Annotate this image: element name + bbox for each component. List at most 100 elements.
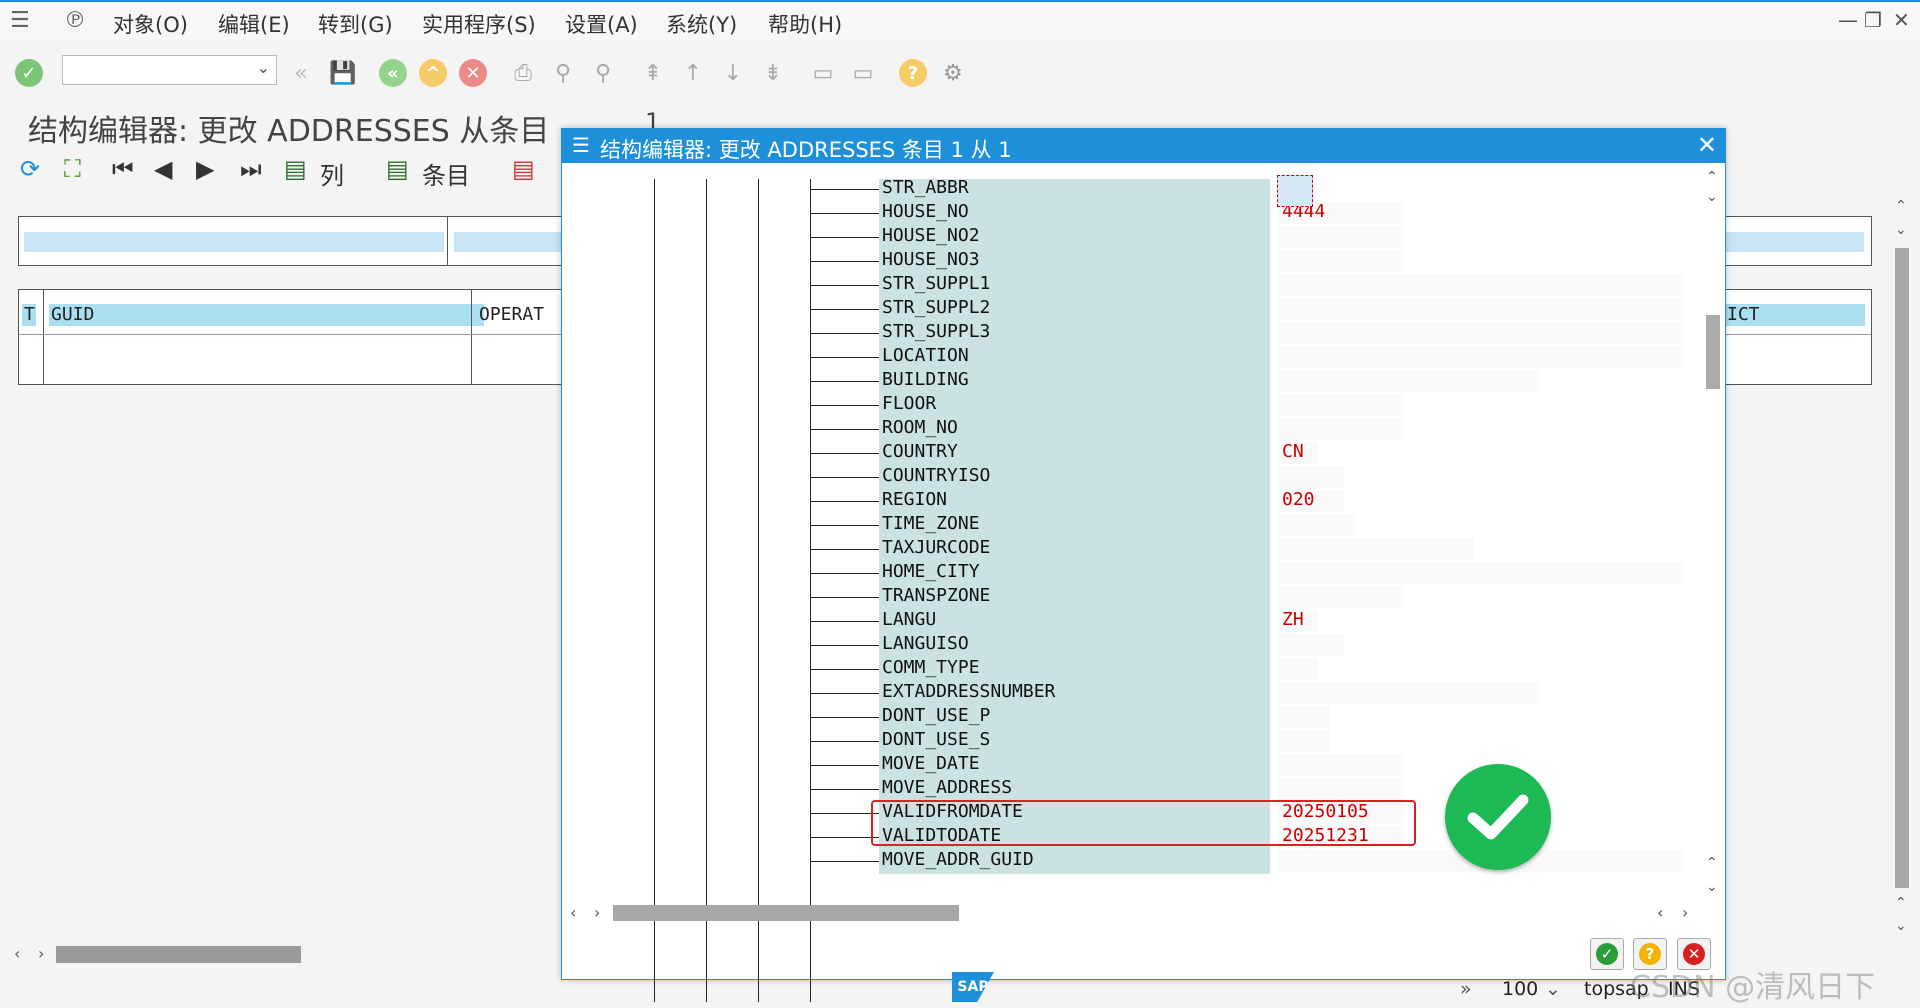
field-value[interactable]: CN [1282,441,1304,462]
field-input[interactable] [1278,514,1356,536]
column-header-t: T [24,304,35,325]
field-value[interactable]: ZH [1282,609,1304,630]
field-input[interactable] [1278,466,1344,488]
field-value[interactable]: 020 [1282,489,1315,510]
scroll-down-icon[interactable]: ⌄ [1895,918,1907,934]
last-page-icon[interactable]: ⇟ [758,58,788,88]
menu-utilities[interactable]: 实用程序(S) [422,9,536,39]
confirm-button[interactable]: ✓ [1590,938,1624,970]
scroll-left-icon[interactable]: ‹ [1657,903,1663,922]
menu-bar: ☰ ℗ 对象(O) 编辑(E) 转到(G) 实用程序(S) 设置(A) 系统(Y… [0,0,1920,40]
menu-icon[interactable]: ☰ [10,8,30,33]
field-input[interactable] [1278,634,1344,656]
scroll-down-icon[interactable]: ⌄ [1895,222,1907,238]
menu-edit[interactable]: 编辑(E) [218,9,290,39]
chevron-down-icon: ⌄ [256,58,270,77]
cancel-button[interactable]: ✕ [458,58,488,88]
command-field[interactable]: ⌄ [62,55,277,85]
back-button[interactable]: « [378,58,408,88]
scroll-left-icon[interactable]: ‹ [14,944,20,963]
field-input[interactable] [1278,538,1474,560]
field-input[interactable] [1278,298,1684,320]
entry-label[interactable]: 条目 [422,156,470,191]
tree-branch [810,357,880,358]
create-session-icon[interactable]: ▭ [808,58,838,88]
field-input[interactable] [1278,274,1684,296]
scroll-right-icon[interactable]: › [1682,903,1688,922]
first-entry-icon[interactable]: ⏮ [112,155,134,183]
shortcut-icon[interactable]: ▭ [848,58,878,88]
first-page-icon[interactable]: ⇞ [638,58,668,88]
menu-system[interactable]: 系统(Y) [666,9,737,39]
scroll-down-icon[interactable]: ⌄ [1706,879,1718,895]
scroll-down-icon[interactable]: ⌄ [1706,189,1718,205]
find-icon[interactable]: ⚲ [548,58,578,88]
column-label[interactable]: 列 [320,156,344,191]
field-input[interactable] [1278,682,1540,704]
delete-entry-icon[interactable]: ▤ [512,155,535,183]
field-name: TIME_ZONE [882,513,980,534]
scroll-up-icon[interactable]: ⌃ [1895,895,1907,911]
scroll-left-icon[interactable]: ‹ [570,903,576,922]
find-next-icon[interactable]: ⚲ [588,58,618,88]
restore-icon[interactable]: ❐ [1864,8,1882,32]
chevron-down-icon[interactable]: ⌄ [1545,978,1561,1000]
help-button[interactable]: ? [898,58,928,88]
cursor-cell[interactable] [1277,175,1313,207]
previous-entry-icon[interactable]: ◀ [154,155,172,183]
field-input[interactable] [1278,706,1330,728]
field-input[interactable] [1278,418,1404,440]
scroll-right-icon[interactable]: › [38,944,44,963]
gear-icon[interactable]: ⚙ [938,58,968,88]
zoom-value[interactable]: 100 [1502,978,1538,1000]
close-icon[interactable]: ✕ [1697,131,1717,159]
field-name: HOME_CITY [882,561,980,582]
enter-button[interactable]: ✓ [14,58,44,88]
field-name: MOVE_DATE [882,753,980,774]
expand-status-icon[interactable]: » [1460,978,1472,1000]
field-input[interactable] [1278,322,1684,344]
print-icon[interactable]: ⎙ [508,58,538,88]
field-input[interactable] [1278,250,1404,272]
field-name: MOVE_ADDRESS [882,777,1013,798]
last-entry-icon[interactable]: ⏭ [240,155,262,183]
menu-settings[interactable]: 设置(A) [565,9,638,39]
hierarchy-icon[interactable]: ⛶ [64,155,81,183]
close-window-icon[interactable]: ✕ [1893,8,1910,32]
scroll-up-icon[interactable]: ⌃ [1895,198,1907,214]
next-page-icon[interactable]: ↓ [718,58,748,88]
scroll-right-icon[interactable]: › [594,903,600,922]
field-input[interactable] [1278,370,1540,392]
double-left-icon[interactable]: « [286,58,316,88]
field-input[interactable] [1278,586,1404,608]
field-input[interactable] [1278,778,1404,800]
scroll-up-icon[interactable]: ⌃ [1706,855,1718,871]
sap-menu-icon[interactable]: ℗ [64,8,86,33]
dialog-menu-icon[interactable]: ☰ [572,133,590,157]
dialog-vertical-scrollbar[interactable] [1706,315,1720,389]
scroll-up-icon[interactable]: ⌃ [1706,169,1718,185]
save-icon[interactable]: 💾 [328,58,358,88]
entry-icon[interactable]: ▤ [386,155,409,183]
field-name: HOUSE_NO3 [882,249,980,270]
field-input[interactable] [1278,226,1404,248]
dialog-horizontal-scrollbar[interactable] [613,905,959,921]
field-input[interactable] [1278,754,1404,776]
menu-object[interactable]: 对象(O) [113,9,188,39]
field-input[interactable] [1278,730,1330,752]
refresh-icon[interactable]: ⟳ [20,155,40,183]
field-name: STR_SUPPL1 [882,273,991,294]
field-input[interactable] [1278,394,1404,416]
menu-help[interactable]: 帮助(H) [768,9,842,39]
previous-page-icon[interactable]: ↑ [678,58,708,88]
minimize-icon[interactable]: — [1838,8,1858,32]
horizontal-scrollbar[interactable] [56,946,301,963]
field-input[interactable] [1278,562,1684,584]
exit-button[interactable]: ^ [418,58,448,88]
next-entry-icon[interactable]: ▶ [196,155,214,183]
menu-goto[interactable]: 转到(G) [318,9,393,39]
vertical-scrollbar[interactable] [1895,248,1909,888]
field-input[interactable] [1278,346,1684,368]
field-input[interactable] [1278,658,1318,680]
column-icon[interactable]: ▤ [284,155,307,183]
